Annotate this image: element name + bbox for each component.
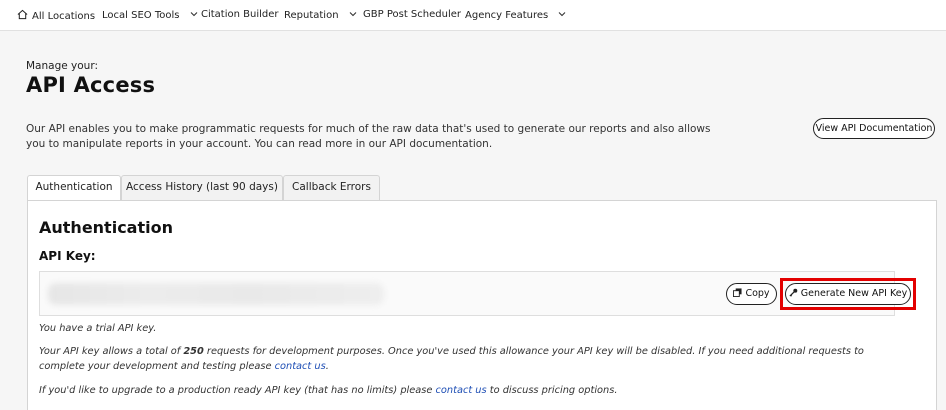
nav-agency-features[interactable]: Agency Features — [465, 9, 567, 21]
generate-button-label: Generate New API Key — [800, 288, 908, 299]
nav-gbp-post-scheduler[interactable]: GBP Post Scheduler — [363, 9, 461, 20]
allowance-count: 250 — [183, 346, 204, 357]
tab-callback-errors[interactable]: Callback Errors — [283, 175, 380, 200]
api-key-label: API Key: — [39, 249, 96, 263]
upgrade-text: If you'd like to upgrade to a production… — [39, 385, 436, 396]
highlight-box: Generate New API Key — [780, 278, 916, 310]
copy-button-label: Copy — [745, 288, 770, 299]
allowance-note: Your API key allows a total of 250 reque… — [39, 344, 909, 374]
chevron-down-icon — [559, 12, 566, 17]
authentication-panel: Authentication API Key: Copy Generate Ne… — [27, 200, 937, 410]
top-navigation: All Locations Local SEO Tools Citation B… — [0, 0, 946, 31]
copy-icon — [733, 288, 742, 297]
contact-us-link[interactable]: contact us — [436, 385, 487, 396]
nav-citation-builder[interactable]: Citation Builder — [201, 9, 279, 20]
chevron-down-icon — [349, 12, 357, 17]
copy-button[interactable]: Copy — [726, 283, 777, 305]
tab-authentication[interactable]: Authentication — [27, 175, 121, 201]
intro-text: Our API enables you to make programmatic… — [26, 123, 711, 150]
tab-access-history[interactable]: Access History (last 90 days) — [121, 175, 283, 200]
nav-reputation[interactable]: Reputation — [284, 9, 358, 21]
trial-note: You have a trial API key. — [39, 323, 157, 334]
allowance-end: . — [325, 361, 329, 372]
nav-local-seo-tools[interactable]: Local SEO Tools — [102, 9, 199, 21]
home-icon — [17, 9, 28, 20]
key-icon — [789, 288, 798, 297]
page-title: API Access — [26, 73, 156, 97]
manage-label: Manage your: — [26, 60, 99, 72]
chevron-down-icon — [190, 12, 198, 17]
nav-all-locations[interactable]: All Locations — [17, 9, 95, 22]
upgrade-note: If you'd like to upgrade to a production… — [39, 383, 617, 398]
generate-new-api-key-button[interactable]: Generate New API Key — [785, 283, 911, 305]
section-title: Authentication — [39, 218, 173, 237]
upgrade-text: to discuss pricing options. — [486, 385, 618, 396]
contact-us-link[interactable]: contact us — [275, 361, 326, 372]
api-key-box: Copy Generate New API Key — [39, 271, 916, 316]
nav-label: GBP Post Scheduler — [363, 9, 461, 20]
api-key-value-redacted — [48, 283, 384, 305]
nav-label: Local SEO Tools — [102, 10, 180, 21]
nav-label: Citation Builder — [201, 9, 279, 20]
nav-label: Agency Features — [465, 10, 549, 21]
view-api-documentation-button[interactable]: View API Documentation — [813, 118, 935, 139]
nav-label: Reputation — [284, 10, 339, 21]
allowance-text: Your API key allows a total of — [39, 346, 184, 357]
nav-all-locations-label: All Locations — [32, 11, 96, 22]
